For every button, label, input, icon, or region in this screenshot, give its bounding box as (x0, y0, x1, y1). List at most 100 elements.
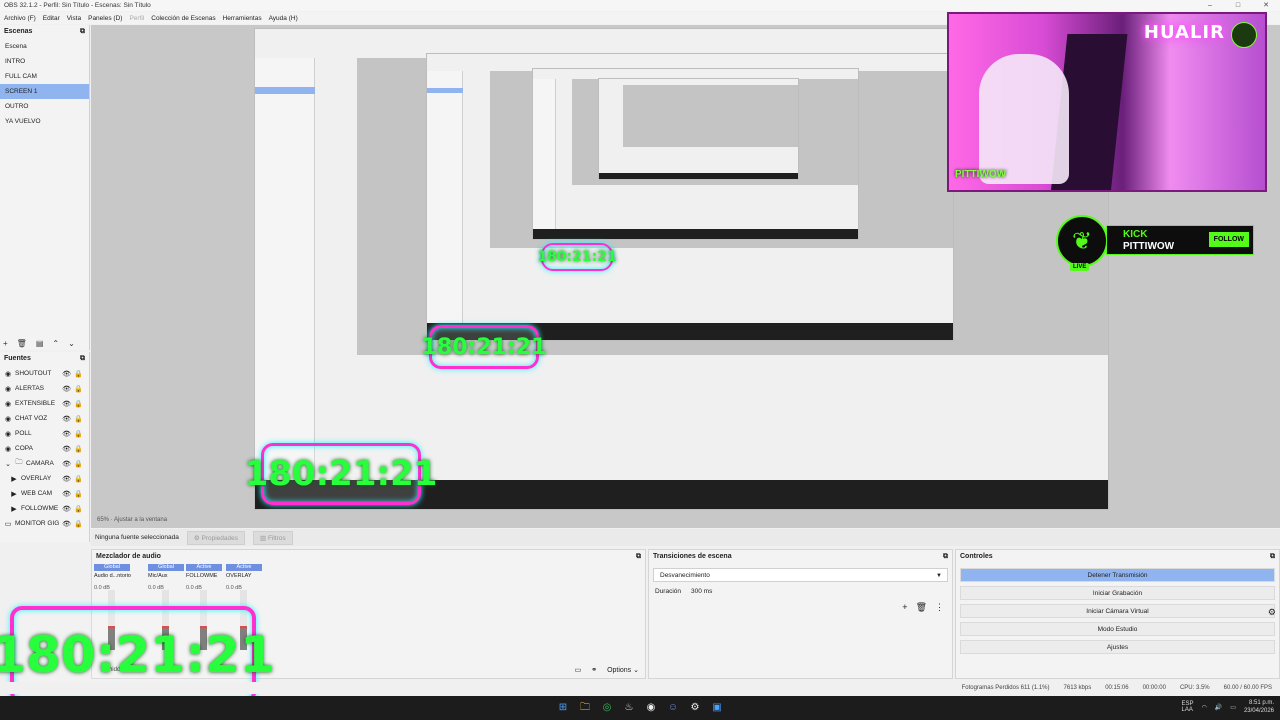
undock-icon[interactable]: ⧉ (1270, 553, 1275, 561)
source-item[interactable]: ◉ COPA 👁 🔒 (0, 441, 89, 456)
zoom-fit[interactable]: Ajustar a la ventana (114, 517, 167, 523)
menu-herramientas[interactable]: Herramientas (223, 15, 262, 22)
undock-icon[interactable]: ⧉ (943, 553, 948, 561)
input-language[interactable]: ESP LAA (1182, 701, 1194, 713)
eye-icon[interactable]: 👁 (62, 460, 71, 468)
eye-icon[interactable]: 👁 (62, 445, 71, 453)
discord-icon[interactable]: ☺ (666, 701, 680, 715)
lock-icon[interactable]: 🔒 (74, 385, 83, 393)
scene-item-selected[interactable]: SCREEN 1 (0, 84, 89, 99)
move-down-icon[interactable]: ⌄ (68, 339, 75, 348)
taskbar: ⊞ 🗀 ◎ ♨ ◉ ☺ ⚙ ▣ ESP LAA ◠ 🔊 ▭ 8:51 p.m. 23… (0, 696, 1280, 720)
undock-icon[interactable]: ⧉ (636, 553, 641, 561)
duration-input[interactable]: 300 ms (691, 588, 712, 595)
lock-icon[interactable]: 🔒 (74, 370, 83, 378)
filters-label: Filtros (267, 534, 286, 542)
lock-icon[interactable]: 🔒 (74, 445, 83, 453)
wifi-icon[interactable]: ◠ (1202, 704, 1207, 711)
chevron-down-icon[interactable]: ⌄ (4, 460, 12, 468)
source-item[interactable]: ◉ CHAT VOZ 👁 🔒 (0, 411, 89, 426)
scene-item[interactable]: Escena (0, 39, 89, 54)
transitions-dock: Transiciones de escena ⧉ Desvanecimiento ▼… (648, 549, 953, 679)
volume-icon[interactable]: 🔊 (1215, 704, 1222, 711)
undock-icon[interactable]: ⧉ (80, 355, 85, 363)
source-item[interactable]: ▶ FOLLOWME 👁 🔒 (0, 501, 89, 516)
lock-icon[interactable]: 🔒 (74, 460, 83, 468)
menu-archivo[interactable]: Archivo (F) (4, 15, 36, 22)
menu-vista[interactable]: Vista (67, 15, 81, 22)
lock-icon[interactable]: 🔒 (74, 505, 83, 513)
studio-mode-button[interactable]: Modo Estudio (960, 622, 1275, 636)
source-item[interactable]: ▶ OVERLAY 👁 🔒 (0, 471, 89, 486)
menu-ayuda[interactable]: Ayuda (H) (269, 15, 298, 22)
remove-scene-icon[interactable]: 🗑 (17, 339, 27, 348)
stop-streaming-button[interactable]: Detener Transmisión (960, 568, 1275, 582)
photos-icon[interactable]: ▣ (710, 701, 724, 715)
menu-perfil[interactable]: Perfil (129, 15, 144, 22)
menu-editar[interactable]: Editar (43, 15, 60, 22)
obs-icon[interactable]: ◉ (644, 701, 658, 715)
link-icon[interactable]: ⚭ (591, 666, 597, 674)
source-item[interactable]: ◉ EXTENSIBLE 👁 🔒 (0, 396, 89, 411)
properties-button[interactable]: ⚙ Propiedades (186, 530, 245, 545)
close-button[interactable]: ✕ (1252, 0, 1280, 11)
add-scene-icon[interactable]: + (3, 339, 8, 348)
channel-badge: Active (186, 564, 222, 571)
move-up-icon[interactable]: ⌃ (52, 339, 59, 348)
clock[interactable]: 8:51 p.m. 23/04/2026 (1244, 699, 1274, 715)
scene-item[interactable]: OUTRO (0, 99, 89, 114)
layout-icon[interactable]: ▭ (575, 666, 582, 674)
scene-item[interactable]: YA VUELVO (0, 114, 89, 129)
eye-icon[interactable]: 👁 (62, 520, 71, 528)
gear-icon[interactable]: ⚙ (1268, 605, 1276, 619)
undock-icon[interactable]: ⧉ (80, 28, 85, 36)
more-options-icon[interactable]: ⋮ (935, 602, 944, 613)
eye-icon[interactable]: 👁 (62, 415, 71, 423)
lock-icon[interactable]: 🔒 (74, 520, 83, 528)
eye-icon[interactable]: 👁 (62, 430, 71, 438)
bitrate: 7613 kbps (1063, 685, 1092, 691)
chrome-icon[interactable]: ◎ (600, 701, 614, 715)
eye-icon[interactable]: 👁 (62, 400, 71, 408)
lock-icon[interactable]: 🔒 (74, 400, 83, 408)
options-button[interactable]: Options ⌄ (607, 666, 639, 674)
lock-icon[interactable]: 🔒 (74, 415, 83, 423)
file-explorer-icon[interactable]: 🗀 (578, 701, 592, 715)
battery-icon[interactable]: ▭ (1230, 704, 1236, 711)
steam-icon[interactable]: ♨ (622, 701, 636, 715)
transition-select[interactable]: Desvanecimiento ▼ (653, 568, 948, 582)
source-item[interactable]: ◉ POLL 👁 🔒 (0, 426, 89, 441)
zoom-value[interactable]: 65% (97, 517, 109, 523)
scene-icon: ◉ (4, 415, 12, 423)
eye-icon[interactable]: 👁 (62, 505, 71, 513)
lock-icon[interactable]: 🔒 (74, 475, 83, 483)
settings-button[interactable]: Ajustes (960, 640, 1275, 654)
lock-icon[interactable]: 🔒 (74, 490, 83, 498)
no-source-label: Ninguna fuente seleccionada (95, 534, 179, 541)
maximize-button[interactable]: □ (1224, 0, 1252, 11)
filter-scene-icon[interactable]: ▤ (36, 339, 44, 348)
source-item[interactable]: ▭ MONITOR GIG 👁 🔒 (0, 516, 89, 531)
scene-item[interactable]: INTRO (0, 54, 89, 69)
windows-start-icon[interactable]: ⊞ (556, 701, 570, 715)
eye-icon[interactable]: 👁 (62, 370, 71, 378)
settings-icon[interactable]: ⚙ (688, 701, 702, 715)
start-virtual-cam-button[interactable]: Iniciar Cámara Virtual ⚙ (960, 604, 1276, 619)
eye-icon[interactable]: 👁 (62, 475, 71, 483)
filters-button[interactable]: ▥ Filtros (252, 530, 293, 545)
lock-icon[interactable]: 🔒 (74, 430, 83, 438)
preview-area[interactable]: HUALIR PITTIWOW ❦ KICK PITTIWOW FOLLOW L… (91, 12, 1280, 528)
menu-coleccion[interactable]: Colección de Escenas (151, 15, 215, 22)
eye-icon[interactable]: 👁 (62, 385, 71, 393)
start-recording-button[interactable]: Iniciar Grabación (960, 586, 1275, 600)
source-item[interactable]: ▶ WEB CAM 👁 🔒 (0, 486, 89, 501)
add-transition-icon[interactable]: + (902, 602, 907, 613)
source-item[interactable]: ◉ SHOUTOUT 👁 🔒 (0, 366, 89, 381)
source-item[interactable]: ◉ ALERTAS 👁 🔒 (0, 381, 89, 396)
remove-transition-icon[interactable]: 🗑 (916, 602, 927, 613)
source-group[interactable]: ⌄ 🗀 CAMARA 👁 🔒 (0, 456, 89, 471)
minimize-button[interactable]: – (1196, 0, 1224, 11)
menu-paneles[interactable]: Paneles (D) (88, 15, 122, 22)
eye-icon[interactable]: 👁 (62, 490, 71, 498)
scene-item[interactable]: FULL CAM (0, 69, 89, 84)
